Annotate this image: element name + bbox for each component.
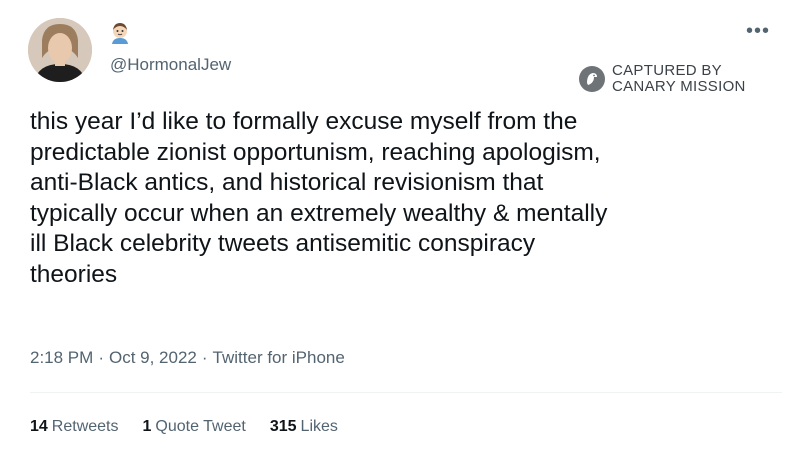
tweet-text-line: this year I’d like to formally excuse my… [30,108,578,135]
tweet-text-line: theories [30,260,118,288]
tweet-text-line: anti-Black antics, and historical revisi… [30,169,544,196]
likes-count: 315 [269,418,297,435]
tweet-text-line: ill Black celebrity tweets antisemitic c… [30,230,536,257]
tweet-text-line: typically occur when an extremely wealth… [30,199,608,227]
user-handle[interactable]: @HormonalJew [110,55,231,75]
canary-mission-watermark: CAPTURED BY CANARY MISSION [578,63,746,95]
canary-mission-logo [578,65,606,93]
tweet-date[interactable]: Oct 9, 2022 [109,348,197,367]
quote-tweets-count: 1 [142,418,152,435]
retweets-label: Retweets [51,418,119,435]
tweet-body: this year I’d like to formally excuse my… [30,107,780,290]
quote-tweets-stat[interactable]: 1 Quote Tweet [143,418,246,436]
likes-label: Likes [300,418,338,435]
tweet-time[interactable]: 2:18 PM [30,348,93,367]
retweets-count: 14 [30,418,48,435]
likes-stat[interactable]: 315 Likes [270,418,338,436]
avatar[interactable] [28,18,92,82]
tweet-metadata: 2:18 PM · Oct 9, 2022 · Twitter for iPhone [30,348,345,368]
watermark-line-1: CAPTURED BY [612,62,722,79]
tweet-card: @HormonalJew ••• CAPTURED BY CANARY MISS… [0,0,800,461]
more-options-icon[interactable]: ••• [746,21,770,41]
divider [30,392,782,393]
tweet-stats: 14 Retweets 1 Quote Tweet 315 Likes [30,418,362,436]
tweet-text-line: predictable zionist opportunism, reachin… [30,138,601,166]
meta-separator: · [98,348,104,367]
face-icon [109,22,131,44]
watermark-text: CAPTURED BY CANARY MISSION [612,63,746,95]
quote-tweets-label: Quote Tweet [155,418,246,435]
watermark-line-2: CANARY MISSION [612,78,746,95]
meta-separator: · [201,348,208,367]
retweets-stat[interactable]: 14 Retweets [30,418,119,436]
tweet-client[interactable]: Twitter for iPhone [213,348,345,367]
